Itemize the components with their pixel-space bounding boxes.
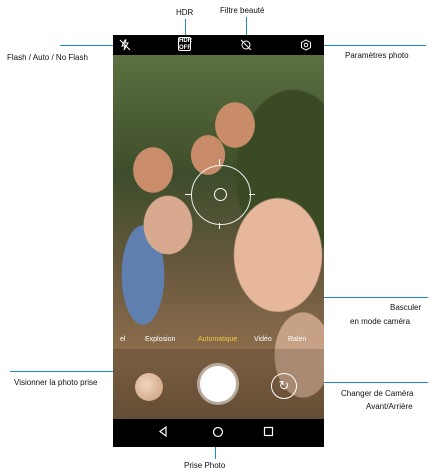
change-camera-callout-line1: Changer de Caméra (341, 389, 414, 398)
focus-tick-top (219, 159, 220, 165)
last-photo-thumbnail[interactable] (135, 373, 163, 401)
hdr-badge-state: OFF (179, 45, 191, 51)
flash-off-icon[interactable] (118, 38, 132, 52)
hdr-label: HDR (176, 8, 194, 17)
hdr-callout-line (185, 19, 186, 36)
shutter-callout: Prise Photo (184, 461, 226, 470)
switch-mode-callout-line1: Basculer (390, 303, 422, 312)
settings-callout: Paramètres photo (345, 51, 409, 60)
mode-item-video[interactable]: Vidéo (254, 336, 272, 343)
beauty-callout-line (246, 17, 247, 36)
settings-callout-line (308, 45, 426, 46)
camera-top-bar: HDR OFF (113, 35, 324, 55)
nav-home-icon[interactable] (212, 426, 224, 441)
switch-camera-icon: ↻ (278, 378, 290, 393)
focus-center (214, 188, 227, 201)
change-camera-callout-line2: Avant/Arrière (366, 402, 413, 411)
beauty-filter-label: Filtre beauté (220, 6, 265, 15)
mode-selector: el Explosion Automatique Vidéo Ralen (113, 333, 324, 349)
nav-back-icon[interactable] (158, 425, 168, 440)
view-photo-callout: Visionner la photo prise (14, 378, 98, 387)
switch-mode-callout-line2: en mode caméra (350, 317, 411, 326)
switch-camera-button[interactable]: ↻ (271, 373, 297, 399)
hdr-toggle-button[interactable]: HDR OFF (178, 37, 192, 51)
beauty-filter-icon[interactable] (239, 38, 253, 52)
flash-callout: Flash / Auto / No Flash (7, 53, 88, 62)
settings-gear-icon[interactable] (299, 38, 313, 52)
android-nav-bar (113, 419, 324, 447)
focus-tick-bottom (219, 223, 220, 229)
flash-callout-line (60, 45, 118, 46)
focus-tick-left (185, 194, 191, 195)
mode-item-slowmo[interactable]: Ralen (288, 336, 306, 343)
mode-item-auto[interactable]: Automatique (198, 336, 237, 343)
focus-tick-right (249, 194, 255, 195)
mode-item-slow[interactable]: el (120, 336, 125, 343)
shutter-button[interactable] (200, 366, 236, 402)
mode-item-burst[interactable]: Explosion (145, 336, 175, 343)
hdr-badge-text: HDR (179, 38, 192, 44)
phone-screen: HDR OFF el Explosion Automatique Vidéo R… (113, 35, 324, 447)
nav-recents-icon[interactable] (263, 426, 274, 440)
